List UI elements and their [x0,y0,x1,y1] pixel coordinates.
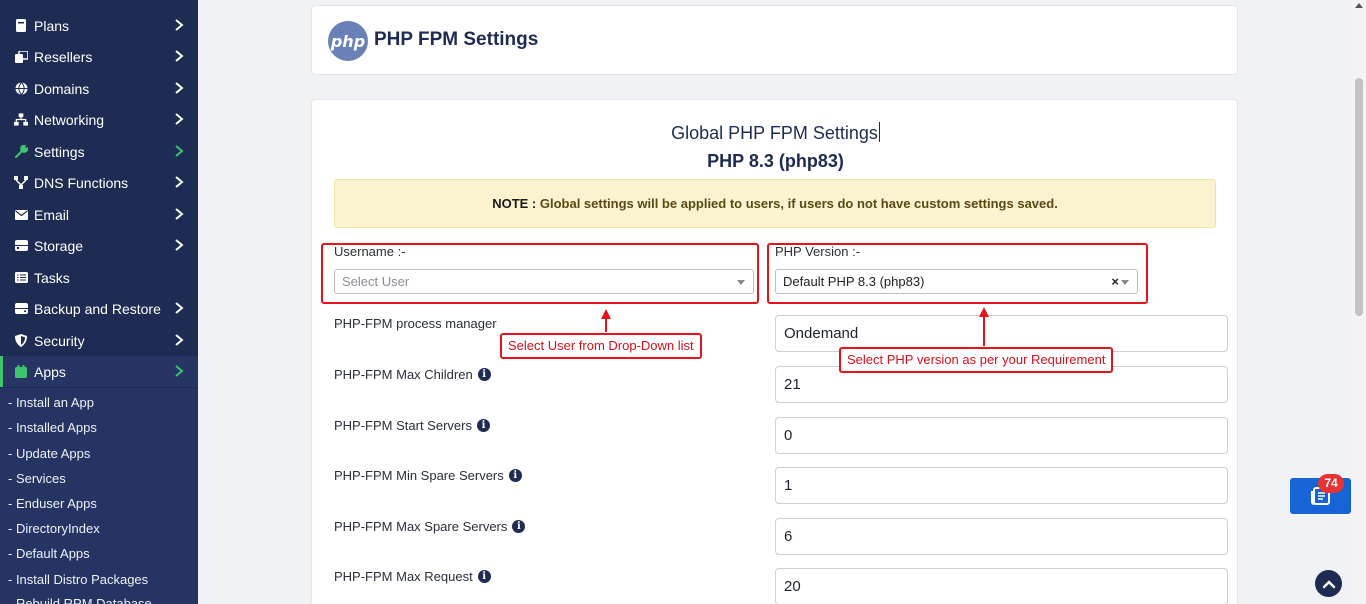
chevron-up-icon [1322,579,1335,588]
scroll-up-arrow-icon[interactable] [1355,3,1363,8]
arrow-icon [601,309,611,332]
user-dropdown-callout: Select User from Drop-Down list [500,333,702,359]
annotation-arrows [601,307,989,346]
page-scrollbar[interactable] [1352,0,1366,604]
php-version-callout: Select PHP version as per your Requireme… [839,347,1114,373]
scroll-thumb[interactable] [1355,78,1363,316]
scroll-to-top-button[interactable] [1315,570,1342,597]
arrow-icon [979,307,989,346]
notification-count-badge: 74 [1318,474,1344,493]
